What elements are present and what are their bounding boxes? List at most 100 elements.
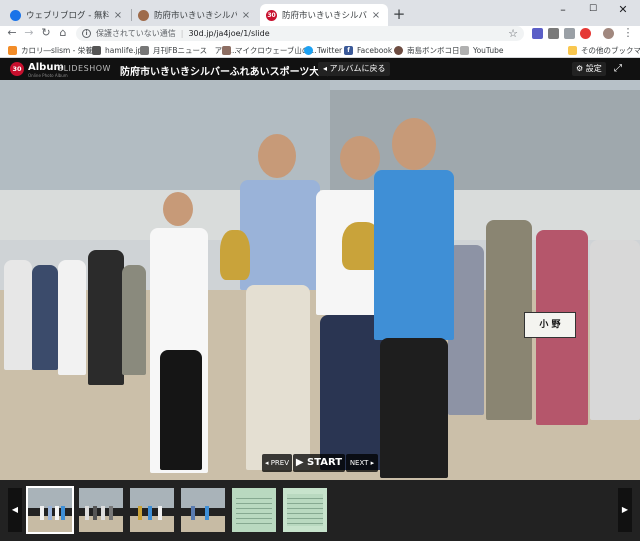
minimize-button[interactable]: – — [548, 0, 578, 20]
bookmark-label: YouTube — [473, 45, 504, 55]
photo-person — [590, 240, 640, 420]
bookmark-star-icon[interactable]: ☆ — [508, 27, 518, 40]
back-button[interactable]: ← — [4, 26, 20, 41]
bookmark-facebook[interactable]: f Facebook — [344, 44, 392, 56]
reload-button[interactable]: ↻ — [38, 26, 54, 41]
thumbnail-figure — [40, 506, 44, 520]
tab-close-icon[interactable]: × — [112, 10, 124, 21]
fullscreen-icon[interactable]: ⤢ — [610, 62, 626, 76]
thumbnail-figure — [93, 506, 97, 520]
thumbnail-figure — [109, 506, 113, 520]
photo-person-legs — [246, 285, 310, 470]
trophy — [220, 230, 250, 280]
maximize-button[interactable]: ☐ — [578, 0, 608, 20]
photo-head — [163, 192, 193, 226]
thumbnail-figure — [61, 506, 65, 520]
bookmark-youtube[interactable]: YouTube — [460, 44, 504, 56]
photo-head — [392, 118, 436, 170]
strip-left-arrow[interactable]: ◀ — [8, 488, 22, 532]
tab-title: ウェブリブログ - 無料のブログ(blog)サ — [26, 11, 109, 21]
tab-slideshow-prev[interactable]: 防府市いきいきシルバーふれあいスポ × — [132, 4, 258, 26]
slide-photo[interactable]: 小 野 ◂ PREV ▶ START NEXT ▸ — [0, 80, 640, 480]
bookmark-calorie-slism[interactable]: カロリ―slism - 栄養... — [8, 44, 100, 56]
forward-button[interactable]: → — [21, 26, 37, 41]
tab-favicon-icon: 30 — [266, 9, 277, 21]
tab-favicon-icon — [10, 9, 21, 21]
address-bar[interactable]: i 保護されていない通信 | 30d.jp/ja4joe/1/slide ☆ — [76, 26, 524, 41]
settings-button[interactable]: ⚙ 設定 — [572, 62, 606, 76]
tab-weblog[interactable]: ウェブリブログ - 無料のブログ(blog)サ × — [4, 4, 130, 26]
photo-person — [58, 260, 86, 375]
tab-title: 防府市いきいきシルバーふれあいスポ — [282, 11, 367, 21]
thumbnail-ground — [181, 516, 225, 532]
back-to-album-button[interactable]: ◂ アルバムに戻る — [318, 62, 391, 76]
next-button[interactable]: NEXT ▸ — [346, 454, 378, 472]
thumbnail-figure — [148, 506, 152, 520]
twitter-icon — [304, 45, 313, 55]
bookmark-favicon-icon — [222, 45, 231, 55]
bookmark-hamlife[interactable]: hamlife.jp — [92, 44, 142, 56]
thumbnail-4[interactable] — [181, 488, 225, 532]
logo-slideshow: SLIDESHOW — [58, 64, 111, 73]
browser-tab-strip: ウェブリブログ - 無料のブログ(blog)サ × 防府市いきいきシルバーふれあ… — [0, 0, 640, 26]
thumbnail-1[interactable] — [26, 486, 74, 534]
security-status: 保護されていない通信 — [96, 29, 176, 38]
tab-close-icon[interactable]: × — [370, 10, 382, 21]
extension-onenote-icon[interactable] — [532, 28, 543, 39]
thumbnail-figure — [191, 506, 195, 520]
tab-close-icon[interactable]: × — [240, 10, 252, 21]
home-button[interactable]: ⌂ — [55, 26, 71, 41]
tab-slideshow-active[interactable]: 30 防府市いきいきシルバーふれあいスポ × — [260, 4, 388, 26]
extension-grid-icon[interactable] — [548, 28, 559, 39]
browser-toolbar: ← → ↻ ⌂ i 保護されていない通信 | 30d.jp/ja4joe/1/s… — [0, 26, 640, 41]
thumbnail-5[interactable] — [232, 488, 276, 532]
logo-subtitle: Online Photo Album — [28, 73, 68, 78]
thumbnail-2[interactable] — [79, 488, 123, 532]
photo-person — [88, 250, 124, 385]
browser-menu-icon[interactable]: ⋮ — [620, 26, 636, 41]
thumbnail-figure — [158, 506, 162, 520]
photo-head — [258, 134, 296, 178]
slideshow-header: 30 Album SLIDESHOW Online Photo Album 防府… — [0, 58, 640, 80]
info-icon[interactable]: i — [82, 29, 91, 38]
bookmark-favicon-icon — [394, 45, 403, 55]
tab-favicon-icon — [138, 9, 149, 21]
logo-badge: 30 — [10, 62, 24, 76]
photo-person — [122, 265, 146, 375]
photo-person-legs — [160, 350, 202, 470]
thumbnail-figure — [85, 506, 89, 520]
bookmark-other-folder[interactable]: その他のブックマーク — [568, 44, 640, 56]
photo-person — [4, 260, 32, 370]
bookmark-nanto-diary[interactable]: 南島ボンボコ日記 — [394, 44, 467, 56]
thumbnail-3[interactable] — [130, 488, 174, 532]
photo-person-legs — [380, 338, 448, 478]
thumbnail-ground — [130, 516, 174, 532]
thumbnail-strip: ◀ ▶ — [0, 480, 640, 541]
close-window-button[interactable]: ✕ — [608, 0, 638, 20]
bookmark-label: Facebook — [357, 45, 393, 55]
folder-icon — [568, 45, 577, 55]
bookmark-twitter[interactable]: Twitter — [304, 44, 342, 56]
bookmark-label: hamlife.jp — [105, 45, 143, 55]
address-separator: | — [180, 29, 184, 38]
prev-button[interactable]: ◂ PREV — [262, 454, 292, 472]
bookmark-favicon-icon — [92, 45, 101, 55]
bookmark-microwave[interactable]: マイクロウェーブ山の... — [222, 44, 317, 56]
extension-red-icon[interactable] — [580, 28, 591, 39]
thumbnail-figure — [48, 506, 52, 520]
bookmark-label: カロリ―slism - 栄養... — [21, 45, 100, 55]
url-text[interactable]: 30d.jp/ja4joe/1/slide — [188, 29, 269, 38]
strip-right-arrow[interactable]: ▶ — [618, 488, 632, 532]
extension-screenshot-icon[interactable] — [564, 28, 575, 39]
new-tab-button[interactable]: + — [390, 6, 408, 24]
facebook-icon: f — [344, 45, 353, 55]
thumbnail-6[interactable] — [283, 488, 327, 532]
profile-avatar[interactable] — [603, 28, 614, 39]
thumbnail-figure — [138, 506, 142, 520]
photo-person — [32, 265, 58, 370]
thumbnail-sky — [79, 488, 123, 508]
bookmark-label: 南島ボンボコ日記 — [407, 45, 467, 55]
start-slideshow-button[interactable]: ▶ START — [293, 454, 345, 472]
name-placard: 小 野 — [524, 312, 576, 338]
thumbnail-figure — [55, 506, 59, 520]
